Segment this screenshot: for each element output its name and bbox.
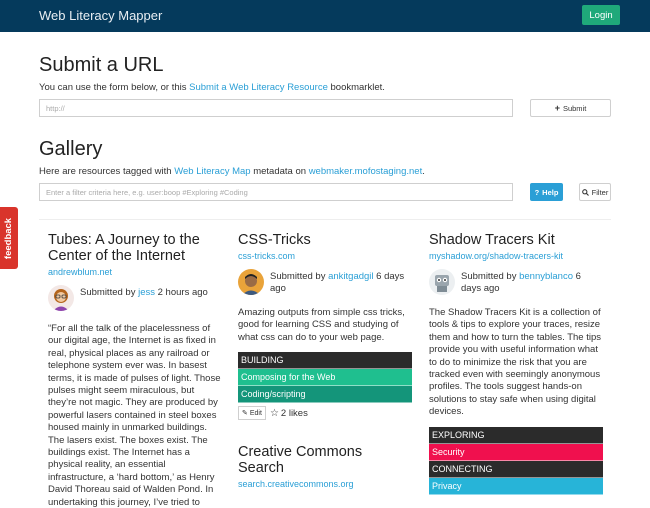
card-domain-link[interactable]: css-tricks.com (238, 251, 412, 261)
tag-list: EXPLORING Security CONNECTING Privacy (429, 426, 603, 495)
submit-intro: You can use the form below, or this Subm… (39, 82, 385, 93)
question-icon: ? (534, 187, 540, 197)
tag-list: BUILDING Composing for the Web Coding/sc… (238, 352, 412, 404)
avatar[interactable] (238, 269, 264, 295)
card-description: The Shadow Tracers Kit is a collection o… (429, 307, 601, 418)
category-tag: CONNECTING (429, 460, 603, 478)
help-button-label: Help (542, 187, 559, 197)
edit-button-label: Edit (249, 409, 262, 417)
like-button[interactable]: ☆ 2 likes (270, 408, 308, 419)
submitted-by: Submitted by ankitgadgil 6 days ago (270, 269, 412, 295)
resource-card: Shadow Tracers Kit myshadow.org/shadow-t… (429, 232, 603, 495)
submit-button-label: Submit (562, 103, 587, 113)
gallery-intro: Here are resources tagged with Web Liter… (39, 166, 425, 177)
card-title[interactable]: CSS-Tricks (238, 232, 412, 248)
gallery-heading: Gallery (39, 138, 103, 160)
avatar[interactable] (48, 285, 74, 311)
filter-button[interactable]: Filter (579, 183, 611, 201)
card-description: Amazing outputs from simple css tricks, … (238, 307, 405, 343)
gallery-intro-text: Here are resources tagged with (39, 166, 175, 177)
card-domain-link[interactable]: andrewblum.net (48, 267, 222, 277)
gallery-intro-suffix: . (422, 166, 425, 177)
card-description: “For all the talk of the placelessness o… (48, 323, 221, 508)
card-domain-link[interactable]: search.creativecommons.org (238, 479, 412, 489)
card-domain-link[interactable]: myshadow.org/shadow-tracers-kit (429, 251, 603, 261)
skill-tag[interactable]: Composing for the Web (238, 369, 412, 387)
star-icon: ☆ (269, 407, 279, 419)
section-divider (39, 219, 611, 220)
brand-title[interactable]: Web Literacy Mapper (39, 8, 162, 23)
feedback-tab[interactable]: feedback (0, 207, 18, 269)
navbar: Web Literacy Mapper Login (0, 0, 650, 32)
avatar[interactable] (429, 269, 455, 295)
skill-tag[interactable]: Coding/scripting (238, 386, 412, 404)
submitter-info: Submitted by jess 2 hours ago (48, 285, 222, 311)
card-title[interactable]: Tubes: A Journey to the Center of the In… (48, 232, 222, 264)
submit-intro-text: You can use the form below, or this (39, 82, 190, 93)
submit-button[interactable]: + Submit (530, 99, 611, 117)
card-title[interactable]: Creative Commons Search (238, 444, 412, 476)
web-literacy-map-link[interactable]: Web Literacy Map (174, 166, 250, 177)
card-title[interactable]: Shadow Tracers Kit (429, 232, 603, 248)
category-tag: EXPLORING (429, 426, 603, 444)
submitted-prefix: Submitted by (461, 271, 520, 282)
bookmarklet-link[interactable]: Submit a Web Literacy Resource (189, 82, 328, 93)
category-tag: BUILDING (238, 352, 412, 370)
webmaker-link[interactable]: webmaker.mofostaging.net (309, 166, 423, 177)
pencil-icon: ✎ (242, 410, 248, 418)
resource-card: CSS-Tricks css-tricks.com Submitted by a… (238, 232, 412, 489)
gallery-intro-mid: metadata on (250, 166, 309, 177)
edit-button[interactable]: ✎ Edit (238, 406, 266, 421)
resource-card: Tubes: A Journey to the Center of the In… (48, 232, 222, 508)
submit-intro-suffix: bookmarklet. (327, 82, 385, 93)
skill-tag[interactable]: Security (429, 443, 603, 461)
login-button[interactable]: Login (582, 5, 620, 25)
submitted-time: 2 hours ago (155, 287, 208, 298)
card-actions: ✎ Edit ☆ 2 likes (238, 406, 412, 421)
filter-button-label: Filter (591, 187, 609, 197)
submitted-by: Submitted by jess 2 hours ago (80, 285, 208, 299)
feedback-label: feedback (3, 217, 15, 259)
skill-tag[interactable]: Privacy (429, 477, 603, 495)
filter-input[interactable] (39, 183, 513, 201)
plus-icon: + (554, 103, 560, 113)
submit-heading: Submit a URL (39, 54, 164, 76)
submitted-by: Submitted by bennyblanco 6 days ago (461, 269, 603, 295)
user-link[interactable]: jess (138, 287, 155, 298)
submitted-prefix: Submitted by (270, 271, 329, 282)
help-button[interactable]: ? Help (530, 183, 563, 201)
search-icon (581, 188, 589, 196)
submitted-prefix: Submitted by (80, 287, 139, 298)
likes-count: 2 likes (280, 407, 308, 419)
submitter-info: Submitted by ankitgadgil 6 days ago (238, 269, 412, 295)
user-link[interactable]: ankitgadgil (328, 271, 373, 282)
user-link[interactable]: bennyblanco (519, 271, 573, 282)
submitter-info: Submitted by bennyblanco 6 days ago (429, 269, 603, 295)
url-input[interactable] (39, 99, 513, 117)
